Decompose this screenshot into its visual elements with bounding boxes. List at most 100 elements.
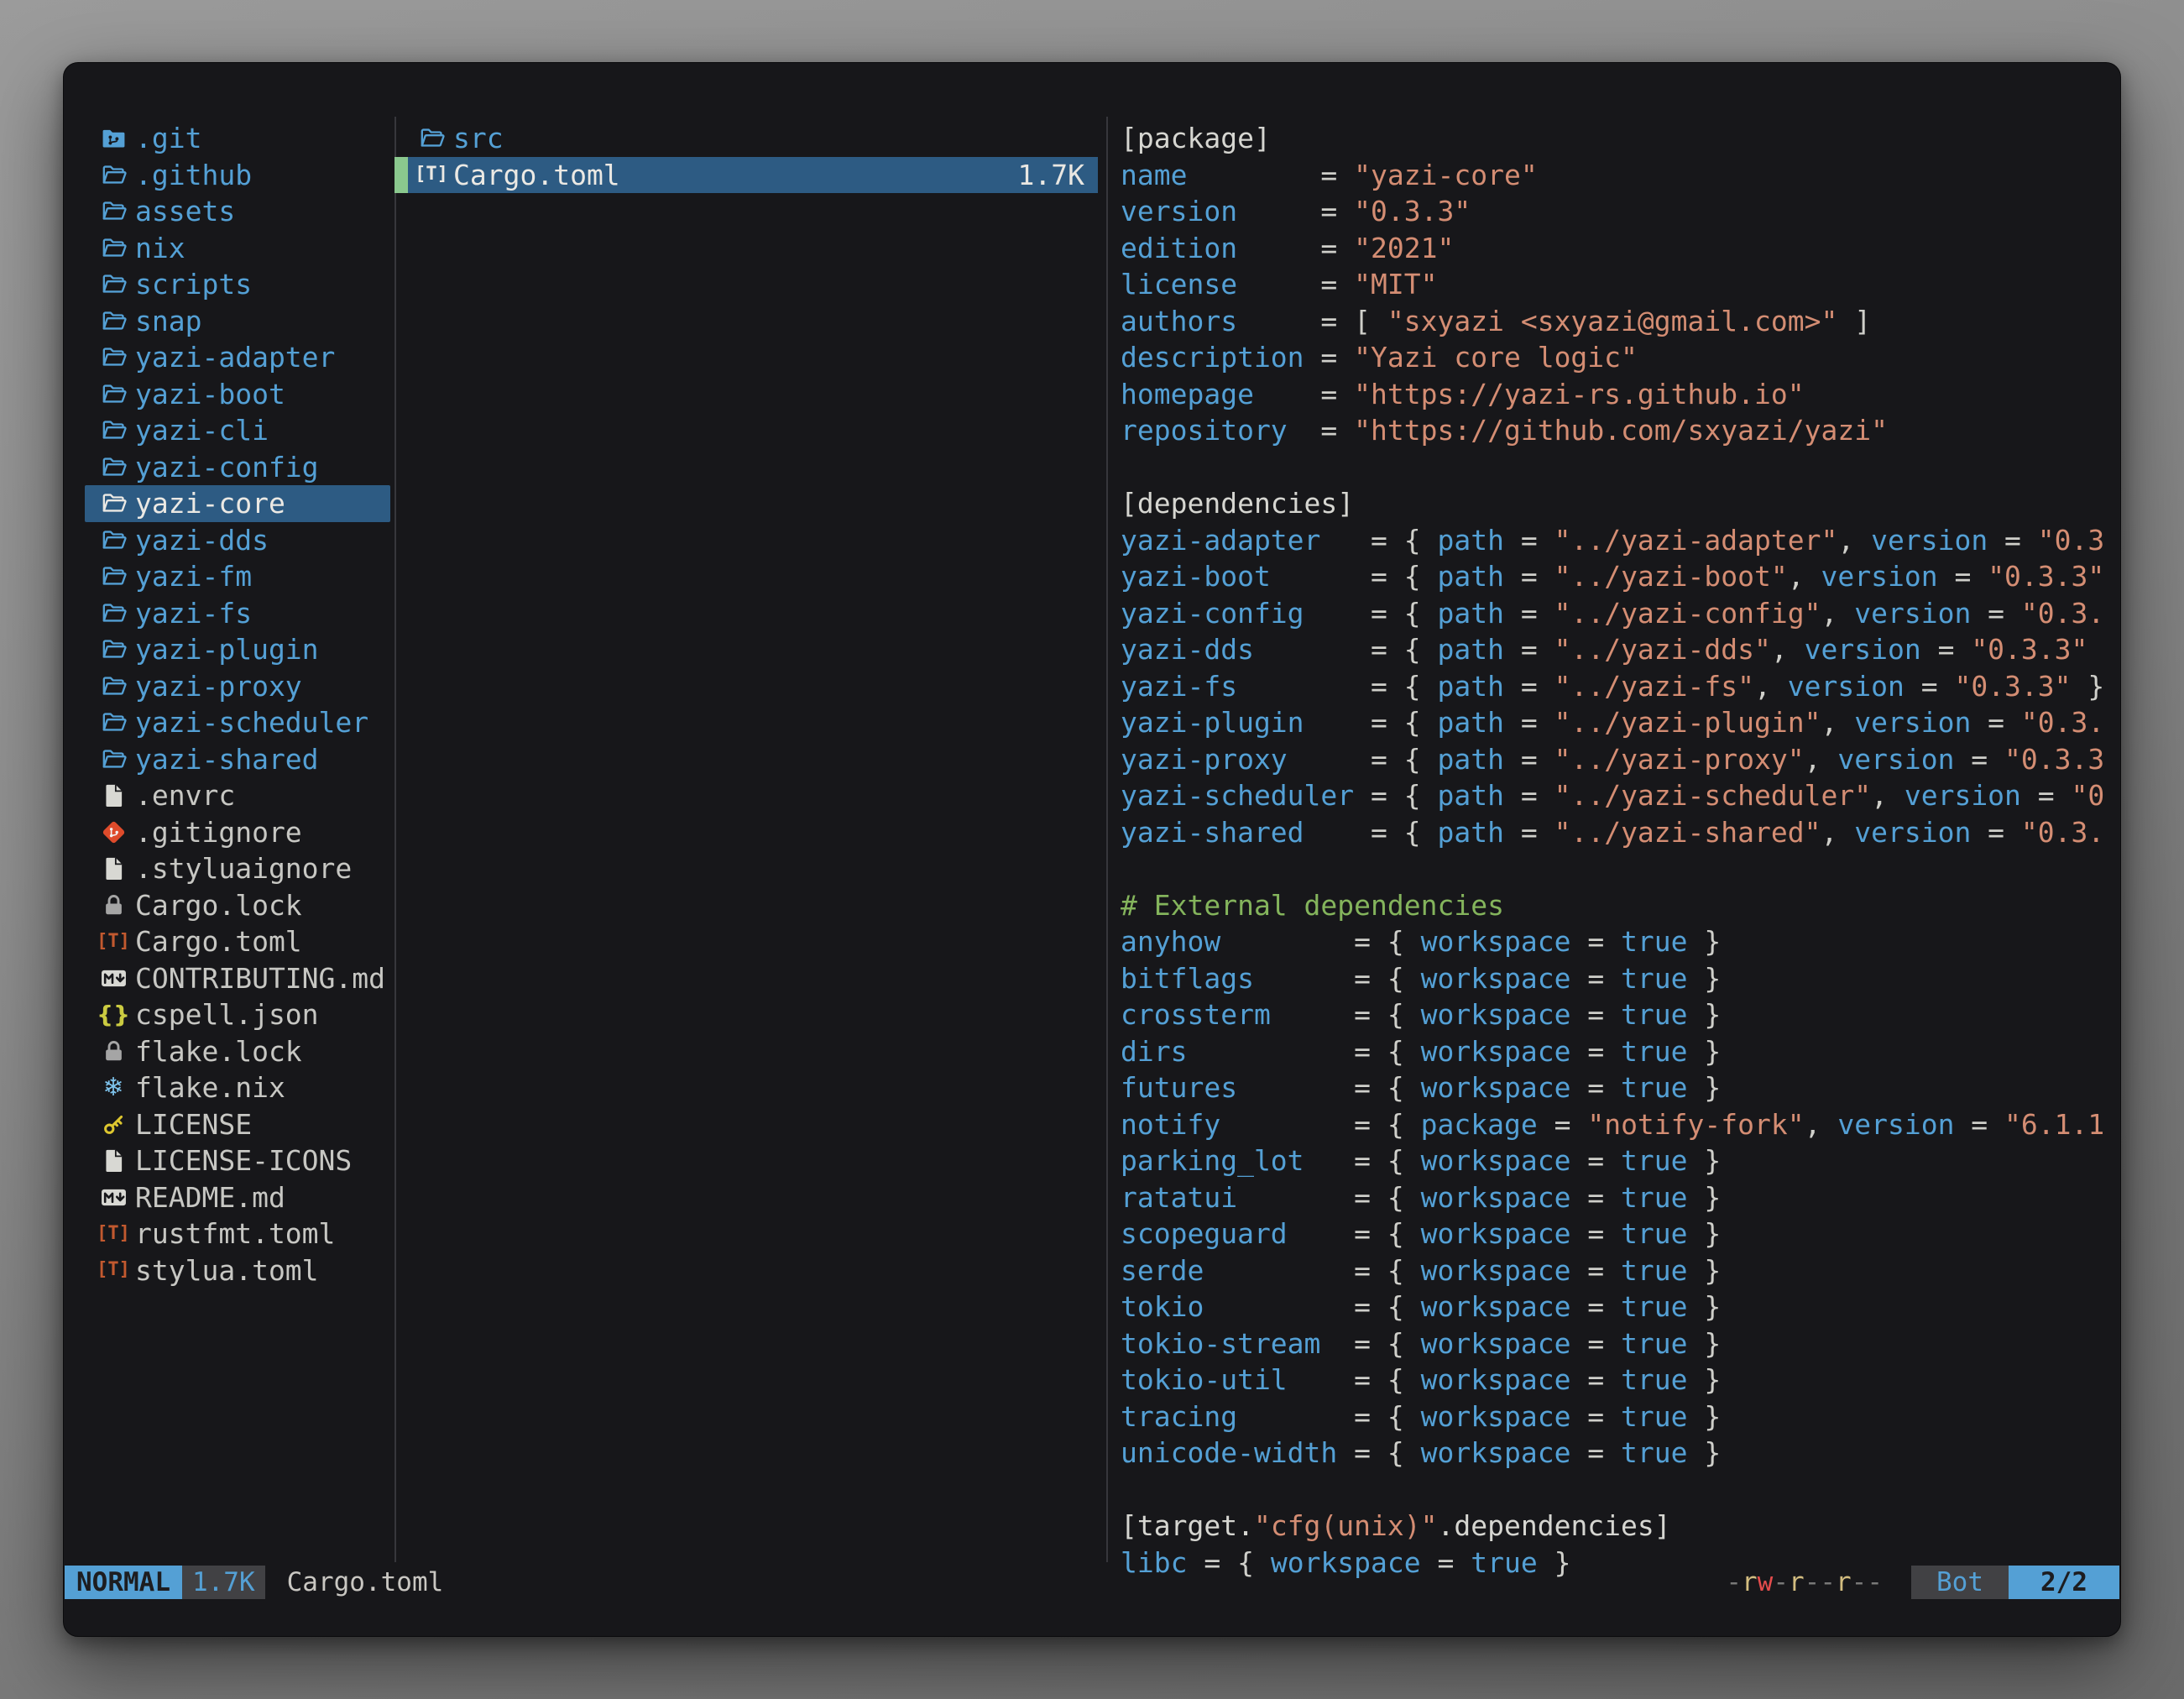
preview-line: scopeguard = { workspace = true } <box>1121 1215 2105 1252</box>
entry-name: snap <box>135 305 201 337</box>
file-row[interactable]: .gitignore <box>85 814 390 851</box>
dir-row[interactable]: yazi-cli <box>85 412 390 449</box>
entry-name: yazi-fs <box>135 597 252 630</box>
file-row[interactable]: flake.lock <box>85 1033 390 1070</box>
folder-icon <box>97 635 130 663</box>
mode-badge: NORMAL <box>65 1566 182 1599</box>
folder-icon <box>97 343 130 371</box>
dir-row[interactable]: yazi-scheduler <box>85 704 390 741</box>
preview-line: # External dependencies <box>1121 887 2105 924</box>
git-icon <box>97 818 130 846</box>
hover-marker <box>394 120 408 157</box>
entry-name: .styluaignore <box>135 852 352 885</box>
scroll-position-badge: Bot <box>1911 1566 2009 1599</box>
preview-line: name = "yazi-core" <box>1121 157 2105 194</box>
file-row[interactable]: Cargo.lock <box>85 887 390 924</box>
entry-name: scripts <box>135 268 252 301</box>
dir-row[interactable]: yazi-fs <box>85 595 390 632</box>
lock-icon <box>97 1038 130 1065</box>
entry-name: assets <box>135 195 235 227</box>
toml-icon: [T] <box>415 165 448 184</box>
dir-row[interactable]: yazi-adapter <box>85 339 390 376</box>
preview-line: yazi-boot = { path = "../yazi-boot", ver… <box>1121 558 2105 595</box>
md-icon <box>97 1184 130 1211</box>
preview-line: serde = { workspace = true } <box>1121 1252 2105 1289</box>
dir-row[interactable]: yazi-shared <box>85 741 390 778</box>
preview-line: yazi-fs = { path = "../yazi-fs", version… <box>1121 668 2105 705</box>
preview-line: tokio-util = { workspace = true } <box>1121 1362 2105 1398</box>
entry-name: .github <box>135 159 252 191</box>
entry-name: .git <box>135 122 201 154</box>
dir-row[interactable]: yazi-fm <box>85 558 390 595</box>
folder-icon <box>97 234 130 262</box>
preview-line: bitflags = { workspace = true } <box>1121 960 2105 997</box>
cursor-count-badge: 2/2 <box>2009 1566 2119 1599</box>
entry-name: stylua.toml <box>135 1254 319 1287</box>
toml-icon: [T] <box>97 1261 130 1279</box>
entry-name: flake.nix <box>135 1071 285 1104</box>
toml-icon: [T] <box>97 1225 130 1243</box>
entry-name: CONTRIBUTING.md <box>135 962 385 995</box>
file-icon <box>97 855 130 882</box>
dir-row[interactable]: yazi-config <box>85 449 390 486</box>
file-row[interactable]: .styluaignore <box>85 850 390 887</box>
preview-line: authors = [ "sxyazi <sxyazi@gmail.com>" … <box>1121 303 2105 340</box>
entry-name: .gitignore <box>135 816 302 849</box>
parent-directory-pane[interactable]: .git .github assets nix scripts snapyazi-adap… <box>85 120 390 1289</box>
status-filename: Cargo.toml <box>287 1567 444 1597</box>
entry-name: flake.lock <box>135 1035 302 1068</box>
dir-row[interactable]: .github <box>85 157 390 194</box>
snowflake-icon: ❄ <box>97 1075 130 1100</box>
file-row[interactable]: [T] stylua.toml <box>85 1252 390 1289</box>
dir-row[interactable]: yazi-boot <box>85 376 390 413</box>
preview-line: tokio = { workspace = true } <box>1121 1289 2105 1325</box>
file-row[interactable]: LICENSE <box>85 1106 390 1143</box>
dir-row[interactable]: nix <box>85 230 390 267</box>
preview-line <box>1121 1472 2105 1508</box>
entry-name: .envrc <box>135 779 235 812</box>
yazi-terminal-window: .git .github assets nix scripts snapyazi-adap… <box>63 62 2121 1637</box>
dir-row[interactable]: snap <box>85 303 390 340</box>
entry-name: Cargo.toml <box>453 159 620 191</box>
folder-icon <box>97 745 130 773</box>
file-row[interactable]: .envrc <box>85 777 390 814</box>
file-row[interactable]: {}cspell.json <box>85 996 390 1033</box>
folder-icon <box>97 453 130 481</box>
preview-line: anyhow = { workspace = true } <box>1121 923 2105 960</box>
preview-line: description = "Yazi core logic" <box>1121 339 2105 376</box>
preview-line: homepage = "https://yazi-rs.github.io" <box>1121 376 2105 413</box>
file-row[interactable]: LICENSE-ICONS <box>85 1142 390 1179</box>
entry-name: LICENSE-ICONS <box>135 1144 352 1177</box>
dir-row[interactable]: assets <box>85 193 390 230</box>
entry-name: yazi-proxy <box>135 670 302 703</box>
file-row[interactable]: README.md <box>85 1179 390 1216</box>
preview-line: [target."cfg(unix)".dependencies] <box>1121 1508 2105 1545</box>
file-preview-pane[interactable]: [package]name = "yazi-core"version = "0.… <box>1121 120 2105 1581</box>
entry-name: Cargo.toml <box>135 925 302 958</box>
dir-row[interactable]: yazi-dds <box>85 522 390 559</box>
desktop-background: .git .github assets nix scripts snapyazi-adap… <box>0 0 2184 1699</box>
preview-line: [dependencies] <box>1121 485 2105 522</box>
dir-row[interactable]: src <box>394 120 1098 157</box>
file-row[interactable]: CONTRIBUTING.md <box>85 960 390 997</box>
file-row[interactable]: [T]Cargo.toml1.7K <box>394 157 1098 194</box>
braces-icon: {} <box>97 1003 130 1027</box>
file-row[interactable]: [T] rustfmt.toml <box>85 1215 390 1252</box>
current-directory-pane[interactable]: src[T]Cargo.toml1.7K <box>394 120 1098 193</box>
dir-row[interactable]: yazi-proxy <box>85 668 390 705</box>
dir-row[interactable]: yazi-plugin <box>85 631 390 668</box>
entry-name: yazi-core <box>135 487 285 520</box>
preview-line: license = "MIT" <box>1121 266 2105 303</box>
entry-name: Cargo.lock <box>135 889 302 922</box>
git-folder-icon <box>97 124 130 152</box>
entry-name: nix <box>135 232 185 264</box>
file-size-badge: 1.7K <box>182 1566 265 1599</box>
entry-name: src <box>453 122 504 154</box>
entry-name: rustfmt.toml <box>135 1217 335 1250</box>
dir-row[interactable]: .git <box>85 120 390 157</box>
file-row[interactable]: [T]Cargo.toml <box>85 923 390 960</box>
entry-name: yazi-shared <box>135 743 319 776</box>
dir-row[interactable]: scripts <box>85 266 390 303</box>
file-row[interactable]: ❄flake.nix <box>85 1069 390 1106</box>
dir-row[interactable]: yazi-core <box>85 485 390 522</box>
